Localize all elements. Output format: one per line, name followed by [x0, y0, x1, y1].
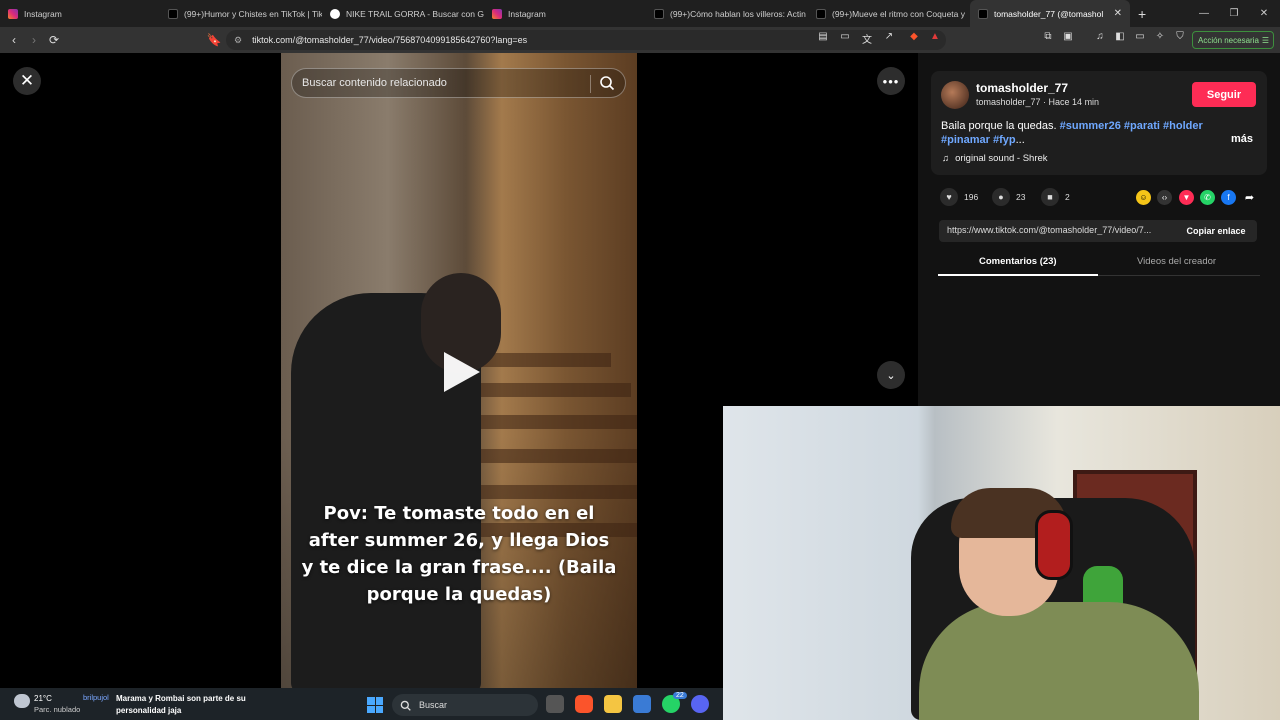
google-icon [330, 8, 340, 19]
brave-browser-icon[interactable] [575, 695, 593, 713]
tiktok-icon [654, 8, 664, 19]
heart-icon[interactable]: ♥ [940, 188, 958, 206]
menu-icon: ☰ [1261, 35, 1269, 45]
tab-comments[interactable]: Comentarios (23) [979, 256, 1057, 267]
discord-icon[interactable] [691, 695, 709, 713]
microsoft-store-icon[interactable] [633, 695, 651, 713]
hashtag-link[interactable]: #fyp [993, 134, 1016, 146]
brave-shields-icon[interactable]: ◆ [907, 31, 921, 47]
browser-tab[interactable]: Instagram [0, 0, 160, 27]
browser-tab[interactable]: NIKE TRAIL GORRA - Buscar con Goo [322, 0, 484, 27]
avatar[interactable] [941, 81, 969, 109]
instagram-icon [8, 8, 18, 19]
active-tab-indicator [938, 274, 1098, 276]
wallet-icon[interactable]: ▭ [1133, 31, 1147, 47]
bookmark-icon[interactable]: 🔖 [204, 33, 224, 47]
bookmark-icon[interactable]: ■ [1041, 188, 1059, 206]
browser-tab-active[interactable]: tomasholder_77 (@tomashol ✕ [970, 0, 1130, 27]
news-widget-text[interactable]: Marama y Rombai son parte de su personal… [116, 693, 256, 717]
split-view-icon[interactable]: ◧ [1113, 31, 1127, 47]
screenshot-icon[interactable]: ▭ [838, 31, 852, 47]
share-page-icon[interactable]: ↗ [882, 31, 896, 47]
more-link[interactable]: más [1231, 133, 1253, 145]
tiktok-icon [978, 8, 988, 19]
browser-tab[interactable]: (99+)Humor y Chistes en TikTok | Tik [160, 0, 322, 27]
maximize-button[interactable]: ❐ [1218, 0, 1250, 27]
play-icon[interactable] [444, 352, 480, 392]
follow-button[interactable]: Seguir [1192, 82, 1256, 107]
video-caption: Pov: Te tomaste todo en el after summer … [301, 503, 617, 605]
reader-mode-icon[interactable]: ▤ [816, 31, 830, 47]
search-icon [400, 700, 411, 711]
facebook-icon[interactable]: f [1221, 190, 1236, 205]
media-icon[interactable]: ♫ [1093, 31, 1107, 47]
more-options-button[interactable]: ••• [877, 67, 905, 95]
weather-description[interactable]: Parc. nublado [34, 705, 80, 714]
whatsapp-badge: 22 [673, 692, 687, 699]
creator-subline: tomasholder_77 · Hace 14 min [976, 97, 1100, 107]
hashtag-link[interactable]: #summer26 [1060, 120, 1121, 132]
url-text[interactable]: tiktok.com/@tomasholder_77/video/7568704… [252, 35, 527, 45]
close-video-button[interactable]: ✕ [13, 67, 41, 95]
copy-link-button[interactable]: Copiar enlace [1176, 222, 1256, 240]
weather-icon[interactable] [14, 694, 30, 708]
leo-ai-icon[interactable]: ✧ [1153, 31, 1167, 47]
share-arrow-icon[interactable]: ➦ [1242, 190, 1257, 205]
close-window-button[interactable]: ✕ [1248, 0, 1280, 27]
next-video-button[interactable]: ⌄ [877, 361, 905, 389]
site-settings-icon[interactable]: ⚙ [234, 35, 242, 46]
tiktok-icon [168, 8, 178, 19]
action-needed-button[interactable]: Acción necesaria ☰ [1192, 31, 1274, 49]
post-description: Baila porque la quedas. #summer26 #parat… [941, 120, 1203, 146]
sidebar-icon[interactable]: ▣ [1061, 31, 1075, 47]
task-view-icon[interactable] [546, 695, 564, 713]
webcam-overlay [723, 406, 1280, 720]
browser-tab[interactable]: Instagram [484, 0, 646, 27]
new-tab-button[interactable]: + [1138, 6, 1146, 22]
tab-creator-videos[interactable]: Videos del creador [1137, 256, 1216, 267]
close-tab-icon[interactable]: ✕ [1114, 8, 1122, 19]
browser-tab[interactable]: (99+)Cómo hablan los villeros: Actin [646, 0, 808, 27]
whatsapp-icon[interactable]: ✆ [1200, 190, 1215, 205]
vpn-icon[interactable]: ⛉ [1173, 31, 1187, 47]
instagram-icon [492, 8, 502, 19]
embed-icon[interactable]: ‹› [1157, 190, 1172, 205]
comment-stat[interactable]: ● 23 [992, 188, 1025, 206]
music-note-icon: ♫ [942, 153, 950, 164]
browser-tab[interactable]: (99+)Mueve el ritmo con Coqueta y [808, 0, 970, 27]
headset [1035, 510, 1073, 580]
news-username[interactable]: brilpujol [83, 693, 109, 702]
streamer [919, 602, 1199, 720]
save-stat[interactable]: ■ 2 [1041, 188, 1070, 206]
related-search-bar[interactable]: Buscar contenido relacionado [291, 68, 626, 98]
tiktok-icon [816, 8, 826, 19]
comment-icon[interactable]: ● [992, 188, 1010, 206]
brave-rewards-icon[interactable]: ▲ [928, 31, 942, 47]
browser-tab-strip: Instagram (99+)Humor y Chistes en TikTok… [0, 0, 1280, 27]
like-stat[interactable]: ♥ 196 [940, 188, 978, 206]
creator-username[interactable]: tomasholder_77 [976, 81, 1068, 95]
start-button[interactable] [367, 697, 383, 713]
back-icon[interactable]: ‹ [4, 33, 24, 47]
weather-temperature[interactable]: 21°C [34, 694, 52, 703]
translate-icon[interactable]: 文 [860, 31, 874, 47]
friends-share-icon[interactable]: ☺ [1136, 190, 1151, 205]
forward-icon[interactable]: › [24, 33, 44, 47]
taskbar-search[interactable]: Buscar [392, 694, 538, 716]
file-explorer-icon[interactable] [604, 695, 622, 713]
hashtag-link[interactable]: #parati [1124, 120, 1160, 132]
sound-link[interactable]: ♫ original sound - Shrek [942, 153, 1048, 164]
repost-icon[interactable]: ▼ [1179, 190, 1194, 205]
hashtag-link[interactable]: #holder [1163, 120, 1203, 132]
minimize-button[interactable]: — [1188, 0, 1220, 27]
video-link-text[interactable]: https://www.tiktok.com/@tomasholder_77/v… [947, 225, 1169, 235]
reload-icon[interactable]: ⟳ [44, 33, 64, 47]
hashtag-link[interactable]: #pinamar [941, 134, 990, 146]
extensions-icon[interactable]: ⧉ [1041, 31, 1055, 47]
search-icon[interactable] [599, 75, 615, 91]
